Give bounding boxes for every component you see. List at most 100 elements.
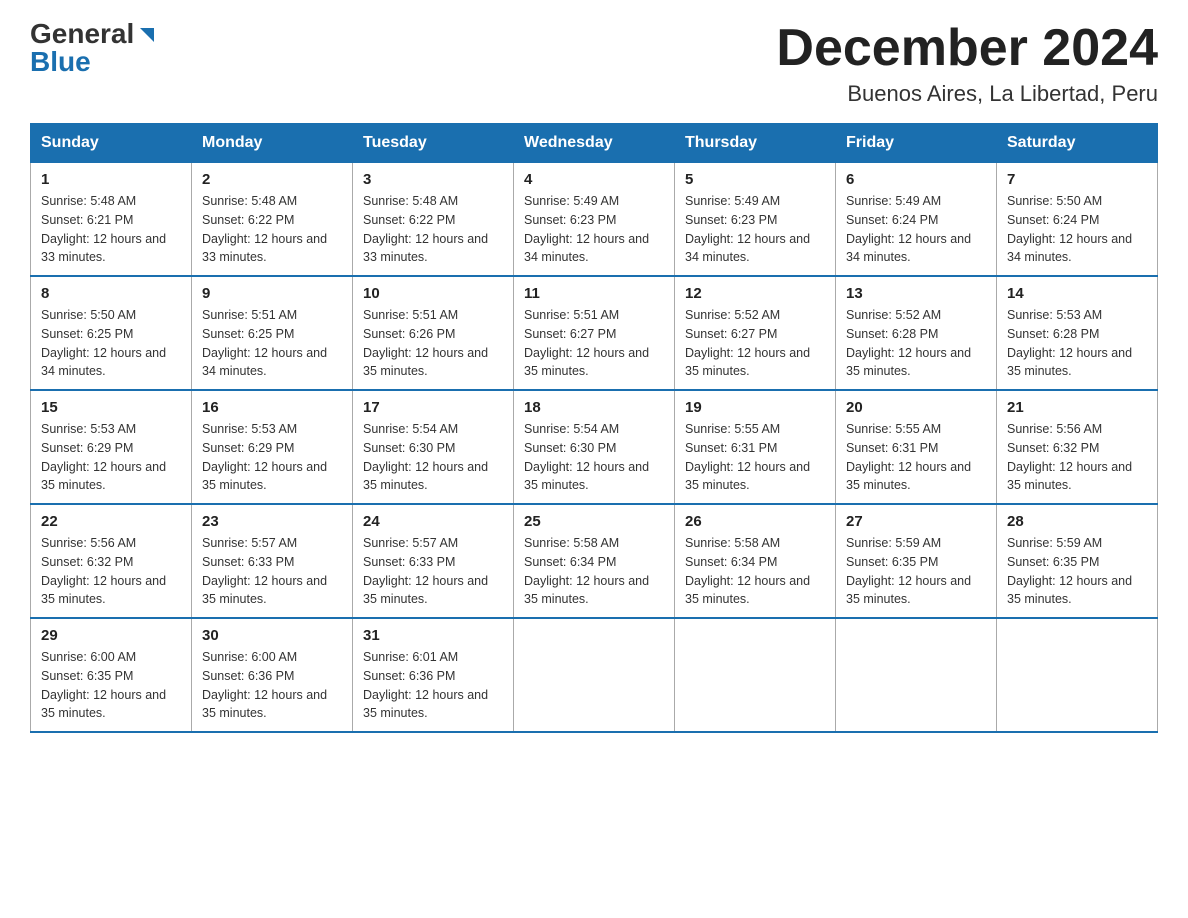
table-row: 22 Sunrise: 5:56 AM Sunset: 6:32 PM Dayl… (31, 504, 192, 618)
day-number: 3 (363, 171, 503, 188)
day-number: 11 (524, 285, 664, 302)
col-friday: Friday (836, 124, 997, 163)
table-row: 12 Sunrise: 5:52 AM Sunset: 6:27 PM Dayl… (675, 276, 836, 390)
day-info: Sunrise: 5:48 AM Sunset: 6:21 PM Dayligh… (41, 192, 181, 267)
table-row: 20 Sunrise: 5:55 AM Sunset: 6:31 PM Dayl… (836, 390, 997, 504)
day-info: Sunrise: 5:58 AM Sunset: 6:34 PM Dayligh… (685, 534, 825, 609)
day-number: 8 (41, 285, 181, 302)
table-row: 31 Sunrise: 6:01 AM Sunset: 6:36 PM Dayl… (353, 618, 514, 732)
day-number: 21 (1007, 399, 1147, 416)
page-header: General Blue December 2024 Buenos Aires,… (30, 20, 1158, 107)
day-number: 12 (685, 285, 825, 302)
table-row: 6 Sunrise: 5:49 AM Sunset: 6:24 PM Dayli… (836, 163, 997, 277)
table-row (514, 618, 675, 732)
table-row: 5 Sunrise: 5:49 AM Sunset: 6:23 PM Dayli… (675, 163, 836, 277)
day-info: Sunrise: 5:56 AM Sunset: 6:32 PM Dayligh… (41, 534, 181, 609)
table-row: 27 Sunrise: 5:59 AM Sunset: 6:35 PM Dayl… (836, 504, 997, 618)
table-row (675, 618, 836, 732)
logo-arrow-icon (136, 24, 158, 46)
col-sunday: Sunday (31, 124, 192, 163)
calendar-week-row: 8 Sunrise: 5:50 AM Sunset: 6:25 PM Dayli… (31, 276, 1158, 390)
day-number: 29 (41, 627, 181, 644)
day-info: Sunrise: 5:49 AM Sunset: 6:23 PM Dayligh… (685, 192, 825, 267)
day-number: 25 (524, 513, 664, 530)
day-info: Sunrise: 5:56 AM Sunset: 6:32 PM Dayligh… (1007, 420, 1147, 495)
calendar-title: December 2024 (776, 20, 1158, 77)
logo: General Blue (30, 20, 158, 76)
col-monday: Monday (192, 124, 353, 163)
calendar-subtitle: Buenos Aires, La Libertad, Peru (776, 81, 1158, 107)
table-row (997, 618, 1158, 732)
day-number: 2 (202, 171, 342, 188)
table-row: 4 Sunrise: 5:49 AM Sunset: 6:23 PM Dayli… (514, 163, 675, 277)
day-info: Sunrise: 5:59 AM Sunset: 6:35 PM Dayligh… (846, 534, 986, 609)
table-row: 13 Sunrise: 5:52 AM Sunset: 6:28 PM Dayl… (836, 276, 997, 390)
table-row: 26 Sunrise: 5:58 AM Sunset: 6:34 PM Dayl… (675, 504, 836, 618)
col-wednesday: Wednesday (514, 124, 675, 163)
day-info: Sunrise: 6:00 AM Sunset: 6:35 PM Dayligh… (41, 648, 181, 723)
day-info: Sunrise: 6:00 AM Sunset: 6:36 PM Dayligh… (202, 648, 342, 723)
day-number: 20 (846, 399, 986, 416)
day-number: 13 (846, 285, 986, 302)
day-info: Sunrise: 5:59 AM Sunset: 6:35 PM Dayligh… (1007, 534, 1147, 609)
title-block: December 2024 Buenos Aires, La Libertad,… (776, 20, 1158, 107)
day-number: 1 (41, 171, 181, 188)
table-row: 14 Sunrise: 5:53 AM Sunset: 6:28 PM Dayl… (997, 276, 1158, 390)
table-row: 30 Sunrise: 6:00 AM Sunset: 6:36 PM Dayl… (192, 618, 353, 732)
calendar-week-row: 22 Sunrise: 5:56 AM Sunset: 6:32 PM Dayl… (31, 504, 1158, 618)
calendar-week-row: 1 Sunrise: 5:48 AM Sunset: 6:21 PM Dayli… (31, 163, 1158, 277)
day-info: Sunrise: 5:57 AM Sunset: 6:33 PM Dayligh… (202, 534, 342, 609)
day-number: 23 (202, 513, 342, 530)
day-info: Sunrise: 5:52 AM Sunset: 6:28 PM Dayligh… (846, 306, 986, 381)
day-number: 19 (685, 399, 825, 416)
day-number: 10 (363, 285, 503, 302)
day-info: Sunrise: 5:53 AM Sunset: 6:29 PM Dayligh… (202, 420, 342, 495)
day-info: Sunrise: 5:53 AM Sunset: 6:28 PM Dayligh… (1007, 306, 1147, 381)
calendar-week-row: 29 Sunrise: 6:00 AM Sunset: 6:35 PM Dayl… (31, 618, 1158, 732)
day-number: 7 (1007, 171, 1147, 188)
table-row: 10 Sunrise: 5:51 AM Sunset: 6:26 PM Dayl… (353, 276, 514, 390)
day-number: 28 (1007, 513, 1147, 530)
day-info: Sunrise: 5:51 AM Sunset: 6:25 PM Dayligh… (202, 306, 342, 381)
calendar-header-row: Sunday Monday Tuesday Wednesday Thursday… (31, 124, 1158, 163)
day-number: 31 (363, 627, 503, 644)
day-number: 6 (846, 171, 986, 188)
table-row: 23 Sunrise: 5:57 AM Sunset: 6:33 PM Dayl… (192, 504, 353, 618)
table-row: 8 Sunrise: 5:50 AM Sunset: 6:25 PM Dayli… (31, 276, 192, 390)
day-number: 4 (524, 171, 664, 188)
calendar-week-row: 15 Sunrise: 5:53 AM Sunset: 6:29 PM Dayl… (31, 390, 1158, 504)
table-row: 15 Sunrise: 5:53 AM Sunset: 6:29 PM Dayl… (31, 390, 192, 504)
day-number: 5 (685, 171, 825, 188)
table-row: 28 Sunrise: 5:59 AM Sunset: 6:35 PM Dayl… (997, 504, 1158, 618)
day-info: Sunrise: 5:54 AM Sunset: 6:30 PM Dayligh… (524, 420, 664, 495)
table-row: 9 Sunrise: 5:51 AM Sunset: 6:25 PM Dayli… (192, 276, 353, 390)
day-info: Sunrise: 5:55 AM Sunset: 6:31 PM Dayligh… (846, 420, 986, 495)
day-info: Sunrise: 5:55 AM Sunset: 6:31 PM Dayligh… (685, 420, 825, 495)
day-info: Sunrise: 5:50 AM Sunset: 6:24 PM Dayligh… (1007, 192, 1147, 267)
table-row: 21 Sunrise: 5:56 AM Sunset: 6:32 PM Dayl… (997, 390, 1158, 504)
day-number: 24 (363, 513, 503, 530)
day-info: Sunrise: 5:51 AM Sunset: 6:27 PM Dayligh… (524, 306, 664, 381)
day-info: Sunrise: 5:49 AM Sunset: 6:24 PM Dayligh… (846, 192, 986, 267)
table-row: 11 Sunrise: 5:51 AM Sunset: 6:27 PM Dayl… (514, 276, 675, 390)
table-row: 3 Sunrise: 5:48 AM Sunset: 6:22 PM Dayli… (353, 163, 514, 277)
col-tuesday: Tuesday (353, 124, 514, 163)
day-info: Sunrise: 5:48 AM Sunset: 6:22 PM Dayligh… (363, 192, 503, 267)
day-number: 18 (524, 399, 664, 416)
day-number: 17 (363, 399, 503, 416)
day-info: Sunrise: 6:01 AM Sunset: 6:36 PM Dayligh… (363, 648, 503, 723)
col-saturday: Saturday (997, 124, 1158, 163)
logo-general: General (30, 20, 134, 48)
table-row: 17 Sunrise: 5:54 AM Sunset: 6:30 PM Dayl… (353, 390, 514, 504)
day-info: Sunrise: 5:51 AM Sunset: 6:26 PM Dayligh… (363, 306, 503, 381)
table-row: 18 Sunrise: 5:54 AM Sunset: 6:30 PM Dayl… (514, 390, 675, 504)
col-thursday: Thursday (675, 124, 836, 163)
day-info: Sunrise: 5:48 AM Sunset: 6:22 PM Dayligh… (202, 192, 342, 267)
day-number: 30 (202, 627, 342, 644)
day-info: Sunrise: 5:58 AM Sunset: 6:34 PM Dayligh… (524, 534, 664, 609)
table-row: 24 Sunrise: 5:57 AM Sunset: 6:33 PM Dayl… (353, 504, 514, 618)
day-info: Sunrise: 5:50 AM Sunset: 6:25 PM Dayligh… (41, 306, 181, 381)
day-info: Sunrise: 5:49 AM Sunset: 6:23 PM Dayligh… (524, 192, 664, 267)
day-number: 16 (202, 399, 342, 416)
table-row: 2 Sunrise: 5:48 AM Sunset: 6:22 PM Dayli… (192, 163, 353, 277)
